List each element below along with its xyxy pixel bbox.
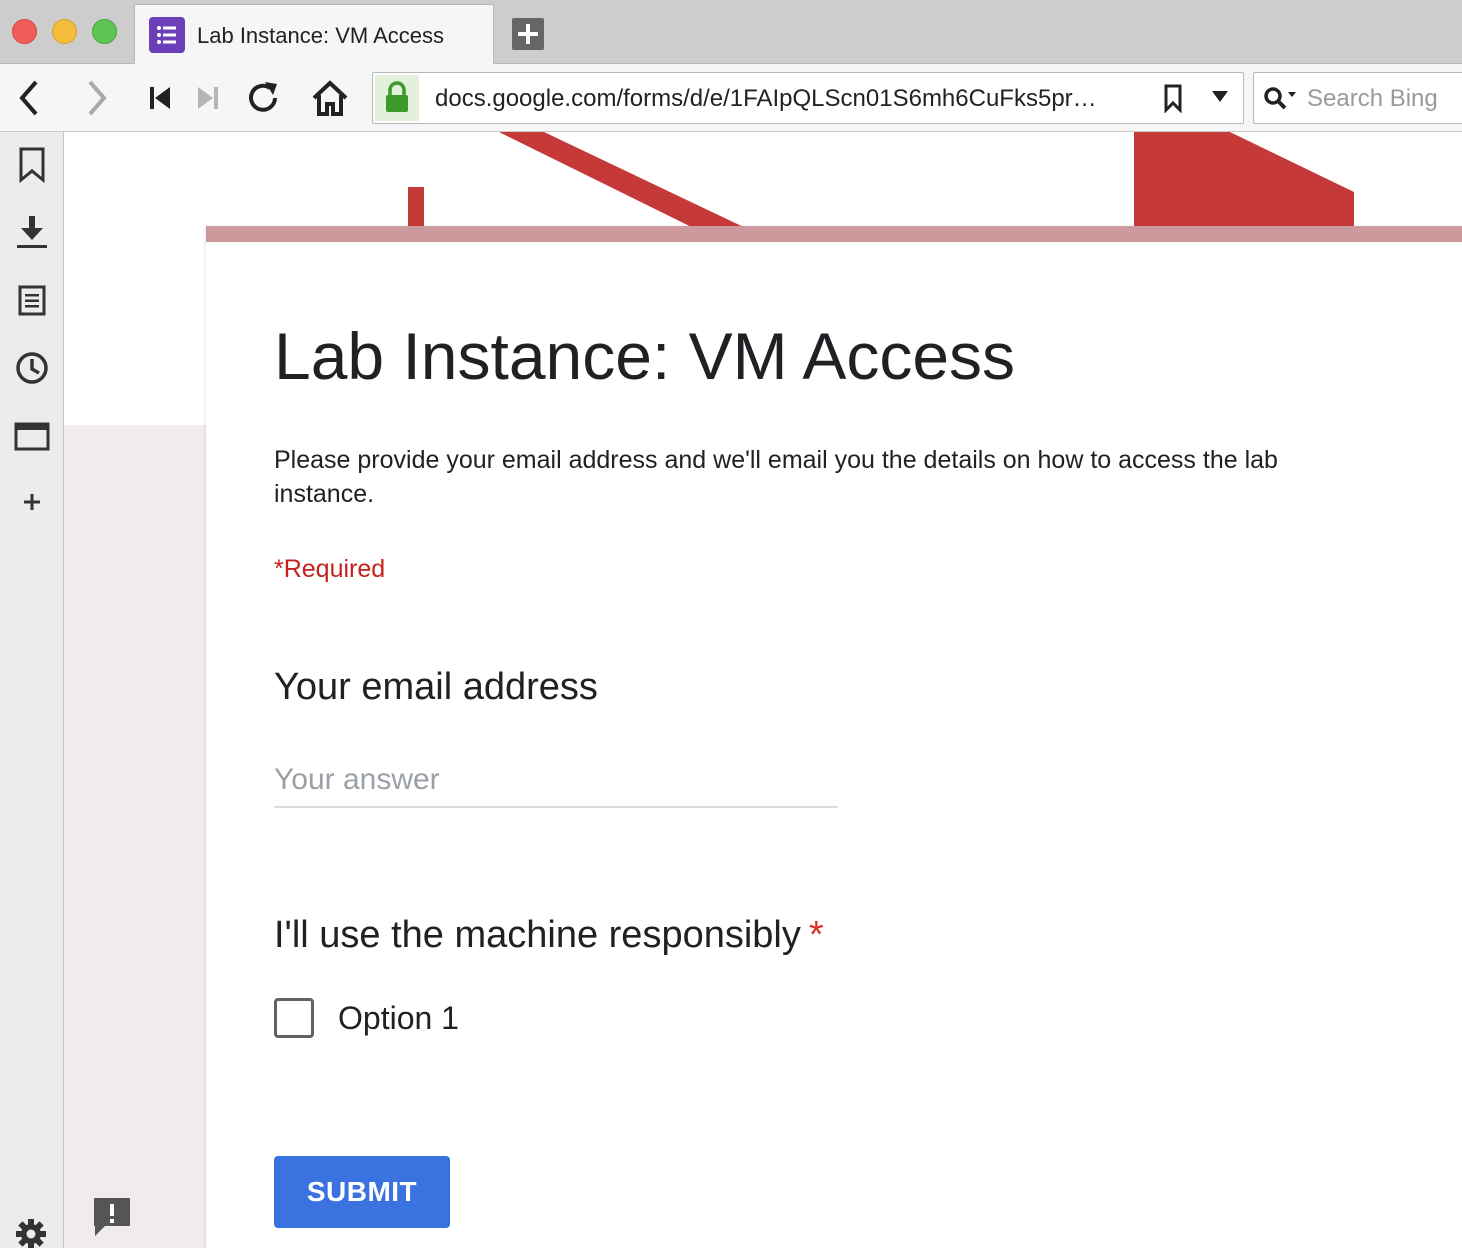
page-viewport: Lab Instance: VM Access Please provide y…	[64, 132, 1462, 1248]
option-row[interactable]: Option 1	[274, 994, 534, 1042]
sidebar-windows[interactable]	[12, 416, 52, 456]
form-card: Lab Instance: VM Access Please provide y…	[206, 226, 1462, 1248]
chevron-right-icon	[88, 80, 107, 116]
sidebar-bookmarks[interactable]	[12, 144, 52, 184]
sidebar	[0, 132, 64, 1248]
url-text[interactable]: docs.google.com/forms/d/e/1FAIpQLScn01S6…	[435, 85, 1145, 113]
feedback-button[interactable]	[91, 1195, 133, 1239]
email-field[interactable]	[274, 754, 838, 808]
fastforward-button[interactable]	[188, 78, 228, 118]
lock-icon	[386, 81, 408, 112]
sidebar-notes[interactable]	[12, 280, 52, 320]
tab-title: Lab Instance: VM Access	[197, 23, 445, 48]
plus-icon	[24, 494, 40, 510]
reload-button[interactable]	[243, 78, 283, 118]
download-icon	[17, 216, 47, 248]
option-1-label[interactable]: Option 1	[338, 1000, 459, 1037]
zoom-window-button[interactable]	[92, 19, 117, 44]
question-email-title: Your email address	[274, 666, 598, 708]
window-icon	[14, 422, 50, 451]
notes-icon	[18, 285, 46, 316]
sidebar-history[interactable]	[12, 348, 52, 388]
bookmark-icon[interactable]	[1163, 83, 1183, 113]
search-icon	[1264, 87, 1296, 110]
sidebar-add-panel[interactable]	[12, 482, 52, 522]
address-bar[interactable]: docs.google.com/forms/d/e/1FAIpQLScn01S6…	[372, 72, 1244, 124]
bookmark-icon	[19, 147, 45, 184]
history-icon	[16, 352, 48, 384]
required-note: *Required	[274, 555, 386, 583]
chevron-left-icon	[19, 80, 38, 116]
submit-button[interactable]: SUBMIT	[274, 1156, 450, 1228]
search-placeholder: Search Bing	[1307, 85, 1438, 112]
tab-strip: Lab Instance: VM Access	[0, 0, 1462, 65]
home-icon	[312, 80, 348, 116]
new-tab-button[interactable]	[512, 18, 544, 50]
skip-forward-icon	[198, 87, 218, 109]
home-button[interactable]	[310, 78, 350, 118]
close-window-button[interactable]	[12, 19, 37, 44]
question-responsibility-text: I'll use the machine responsibly	[274, 914, 801, 956]
gear-icon	[16, 1219, 46, 1248]
skip-back-icon	[150, 87, 170, 109]
minimize-window-button[interactable]	[52, 19, 77, 44]
reload-icon	[249, 82, 277, 112]
form-title: Lab Instance: VM Access	[274, 319, 1016, 393]
settings-button[interactable]	[14, 1217, 48, 1248]
question-responsibility-title: I'll use the machine responsibly *	[274, 914, 824, 957]
forward-button[interactable]	[76, 78, 116, 118]
option-1-checkbox[interactable]	[274, 998, 314, 1038]
search-box[interactable]: Search Bing	[1253, 72, 1462, 124]
tab-active[interactable]: Lab Instance: VM Access	[134, 4, 494, 65]
required-asterisk: *	[808, 914, 824, 956]
plus-icon	[518, 24, 538, 44]
back-button[interactable]	[10, 78, 50, 118]
rewind-button[interactable]	[140, 78, 180, 118]
feedback-icon	[94, 1198, 130, 1236]
form-description: Please provide your email address and we…	[274, 446, 1278, 508]
sidebar-downloads[interactable]	[12, 212, 52, 252]
triangle-down-icon[interactable]	[1209, 85, 1231, 107]
site-security-indicator[interactable]	[375, 75, 419, 121]
google-forms-icon	[149, 17, 185, 53]
navigation-bar: docs.google.com/forms/d/e/1FAIpQLScn01S6…	[0, 64, 1462, 132]
